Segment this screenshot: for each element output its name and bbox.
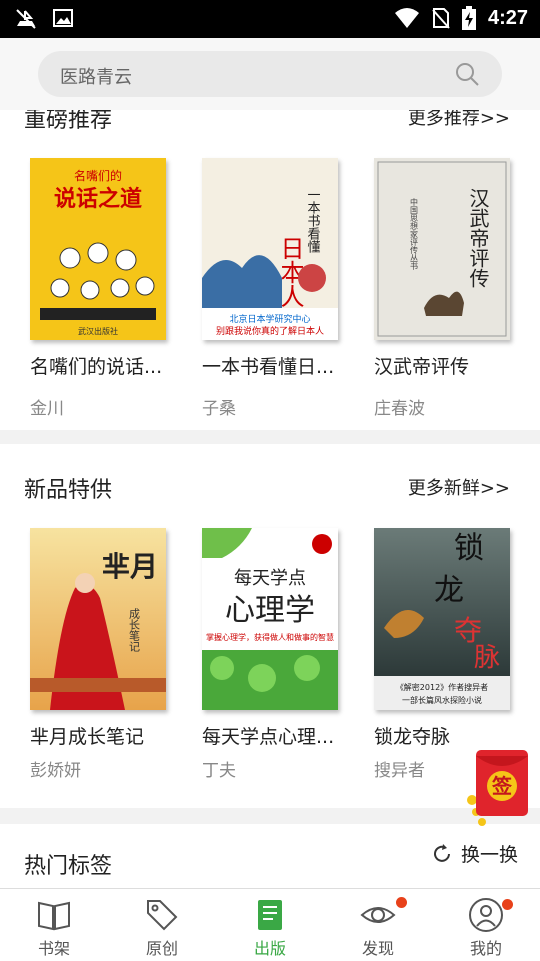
search-placeholder: 医路青云	[60, 67, 132, 88]
user-icon	[469, 898, 503, 932]
book-author: 庄春波	[374, 399, 425, 419]
book-title: 每天学点心理...	[202, 726, 335, 748]
red-packet-label: 签	[491, 774, 513, 798]
svg-text:中国思想家评传丛书: 中国思想家评传丛书	[410, 197, 419, 271]
refresh-label: 换一换	[460, 844, 518, 866]
book-cover[interactable]: 每天学点 心理学 掌握心理学，获得做人和做事的智慧	[202, 528, 338, 710]
bottom-tab-bar: 书架 原创 出版 发现 我的	[0, 888, 540, 960]
svg-text:脉: 脉	[474, 643, 500, 673]
svg-text:说话之道: 说话之道	[54, 186, 142, 212]
svg-text:一本书看懂: 一本书看懂	[305, 188, 321, 253]
tab-label: 我的	[469, 939, 502, 958]
tab-label: 书架	[37, 939, 70, 958]
book-author: 彭娇妍	[30, 761, 81, 781]
section-title: 新品特供	[24, 478, 113, 503]
svg-text:武汉出版社: 武汉出版社	[78, 326, 118, 336]
tab-bookshelf[interactable]: 书架	[0, 889, 108, 961]
book-cover[interactable]: 一本书看懂 日本人 北京日本学研究中心 别跟我说你真的了解日本人	[202, 158, 338, 340]
search-area: 医路青云	[0, 38, 540, 110]
book-cover[interactable]: 锁 龙 夺 脉 《解密2012》作者搜异者 一部长篇风水探险小说	[374, 528, 510, 710]
tab-mine[interactable]: 我的	[432, 889, 540, 961]
more-new-link[interactable]: 更多新鲜>>	[408, 474, 510, 500]
tab-publish[interactable]: 出版	[216, 889, 324, 961]
status-time: 4:27	[487, 6, 528, 29]
svg-text:芈月: 芈月	[102, 550, 158, 583]
section-title: 重磅推荐	[24, 110, 113, 133]
book-title: 一本书看懂日...	[202, 356, 335, 378]
search-input[interactable]: 医路青云	[38, 51, 502, 97]
tab-discover[interactable]: 发现	[324, 889, 432, 961]
svg-text:心理学: 心理学	[225, 593, 315, 628]
search-icon[interactable]	[454, 61, 480, 87]
book-cover[interactable]: 芈月 成长笔记	[30, 528, 166, 710]
no-signal-boat-icon	[16, 9, 36, 29]
section-hot-tags: 热门标签 换一换	[0, 824, 540, 888]
svg-text:北京日本学研究中心: 北京日本学研究中心	[229, 313, 310, 325]
book-author: 搜异者	[374, 761, 425, 781]
book-author: 丁夫	[202, 761, 236, 781]
tag-icon	[147, 900, 178, 931]
wifi-icon	[394, 8, 419, 28]
section-title: 热门标签	[24, 854, 113, 879]
refresh-tags-button[interactable]: 换一换	[431, 840, 518, 867]
status-bar: 4:27	[0, 0, 540, 38]
svg-text:成长笔记: 成长笔记	[128, 608, 141, 652]
refresh-icon	[434, 843, 450, 862]
book-author: 金川	[30, 399, 64, 419]
image-icon	[53, 9, 73, 27]
book-title: 汉武帝评传	[374, 356, 470, 378]
book-open-icon	[38, 901, 70, 931]
book-title: 锁龙夺脉	[374, 726, 451, 748]
tab-original[interactable]: 原创	[108, 889, 216, 961]
svg-text:《解密2012》作者搜异者: 《解密2012》作者搜异者	[396, 682, 488, 692]
book-title: 名嘴们的说话...	[30, 356, 163, 378]
notification-badge	[502, 899, 513, 910]
tab-label: 原创	[145, 939, 178, 958]
svg-text:一部长篇风水探险小说: 一部长篇风水探险小说	[402, 695, 482, 705]
svg-text:龙: 龙	[434, 573, 464, 608]
content-scroll[interactable]: 重磅推荐 更多推荐>> 名嘴们的 说话之道 武汉出版社 名嘴们的说话... 金川…	[0, 110, 540, 888]
section-recommend: 重磅推荐 更多推荐>> 名嘴们的 说话之道 武汉出版社 名嘴们的说话... 金川…	[0, 110, 540, 430]
tab-label: 出版	[253, 939, 286, 958]
svg-text:名嘴们的: 名嘴们的	[74, 168, 122, 183]
sign-in-red-packet[interactable]: 签	[464, 742, 536, 828]
book-title: 芈月成长笔记	[30, 726, 145, 748]
no-sim-icon	[432, 8, 450, 29]
svg-text:汉武帝评传: 汉武帝评传	[466, 188, 490, 288]
eye-icon	[360, 907, 396, 923]
svg-text:每天学点: 每天学点	[234, 568, 306, 589]
notification-badge	[396, 897, 407, 908]
book-cover[interactable]: 名嘴们的 说话之道 武汉出版社	[30, 158, 166, 340]
section-new: 新品特供 更多新鲜>> 芈月 成长笔记 芈月成长笔记 彭娇妍 每天学点 心理学 …	[0, 444, 540, 808]
book-author: 子桑	[202, 399, 236, 419]
battery-charging-icon	[461, 6, 476, 30]
svg-text:锁: 锁	[454, 531, 484, 566]
book-cover[interactable]: 汉武帝评传 中国思想家评传丛书	[374, 158, 510, 340]
tab-label: 发现	[361, 939, 394, 958]
book-stack-icon	[258, 900, 282, 930]
more-recommend-link[interactable]: 更多推荐>>	[408, 110, 510, 130]
svg-text:别跟我说你真的了解日本人: 别跟我说你真的了解日本人	[216, 325, 324, 337]
svg-text:掌握心理学，获得做人和做事的智慧: 掌握心理学，获得做人和做事的智慧	[206, 632, 334, 642]
